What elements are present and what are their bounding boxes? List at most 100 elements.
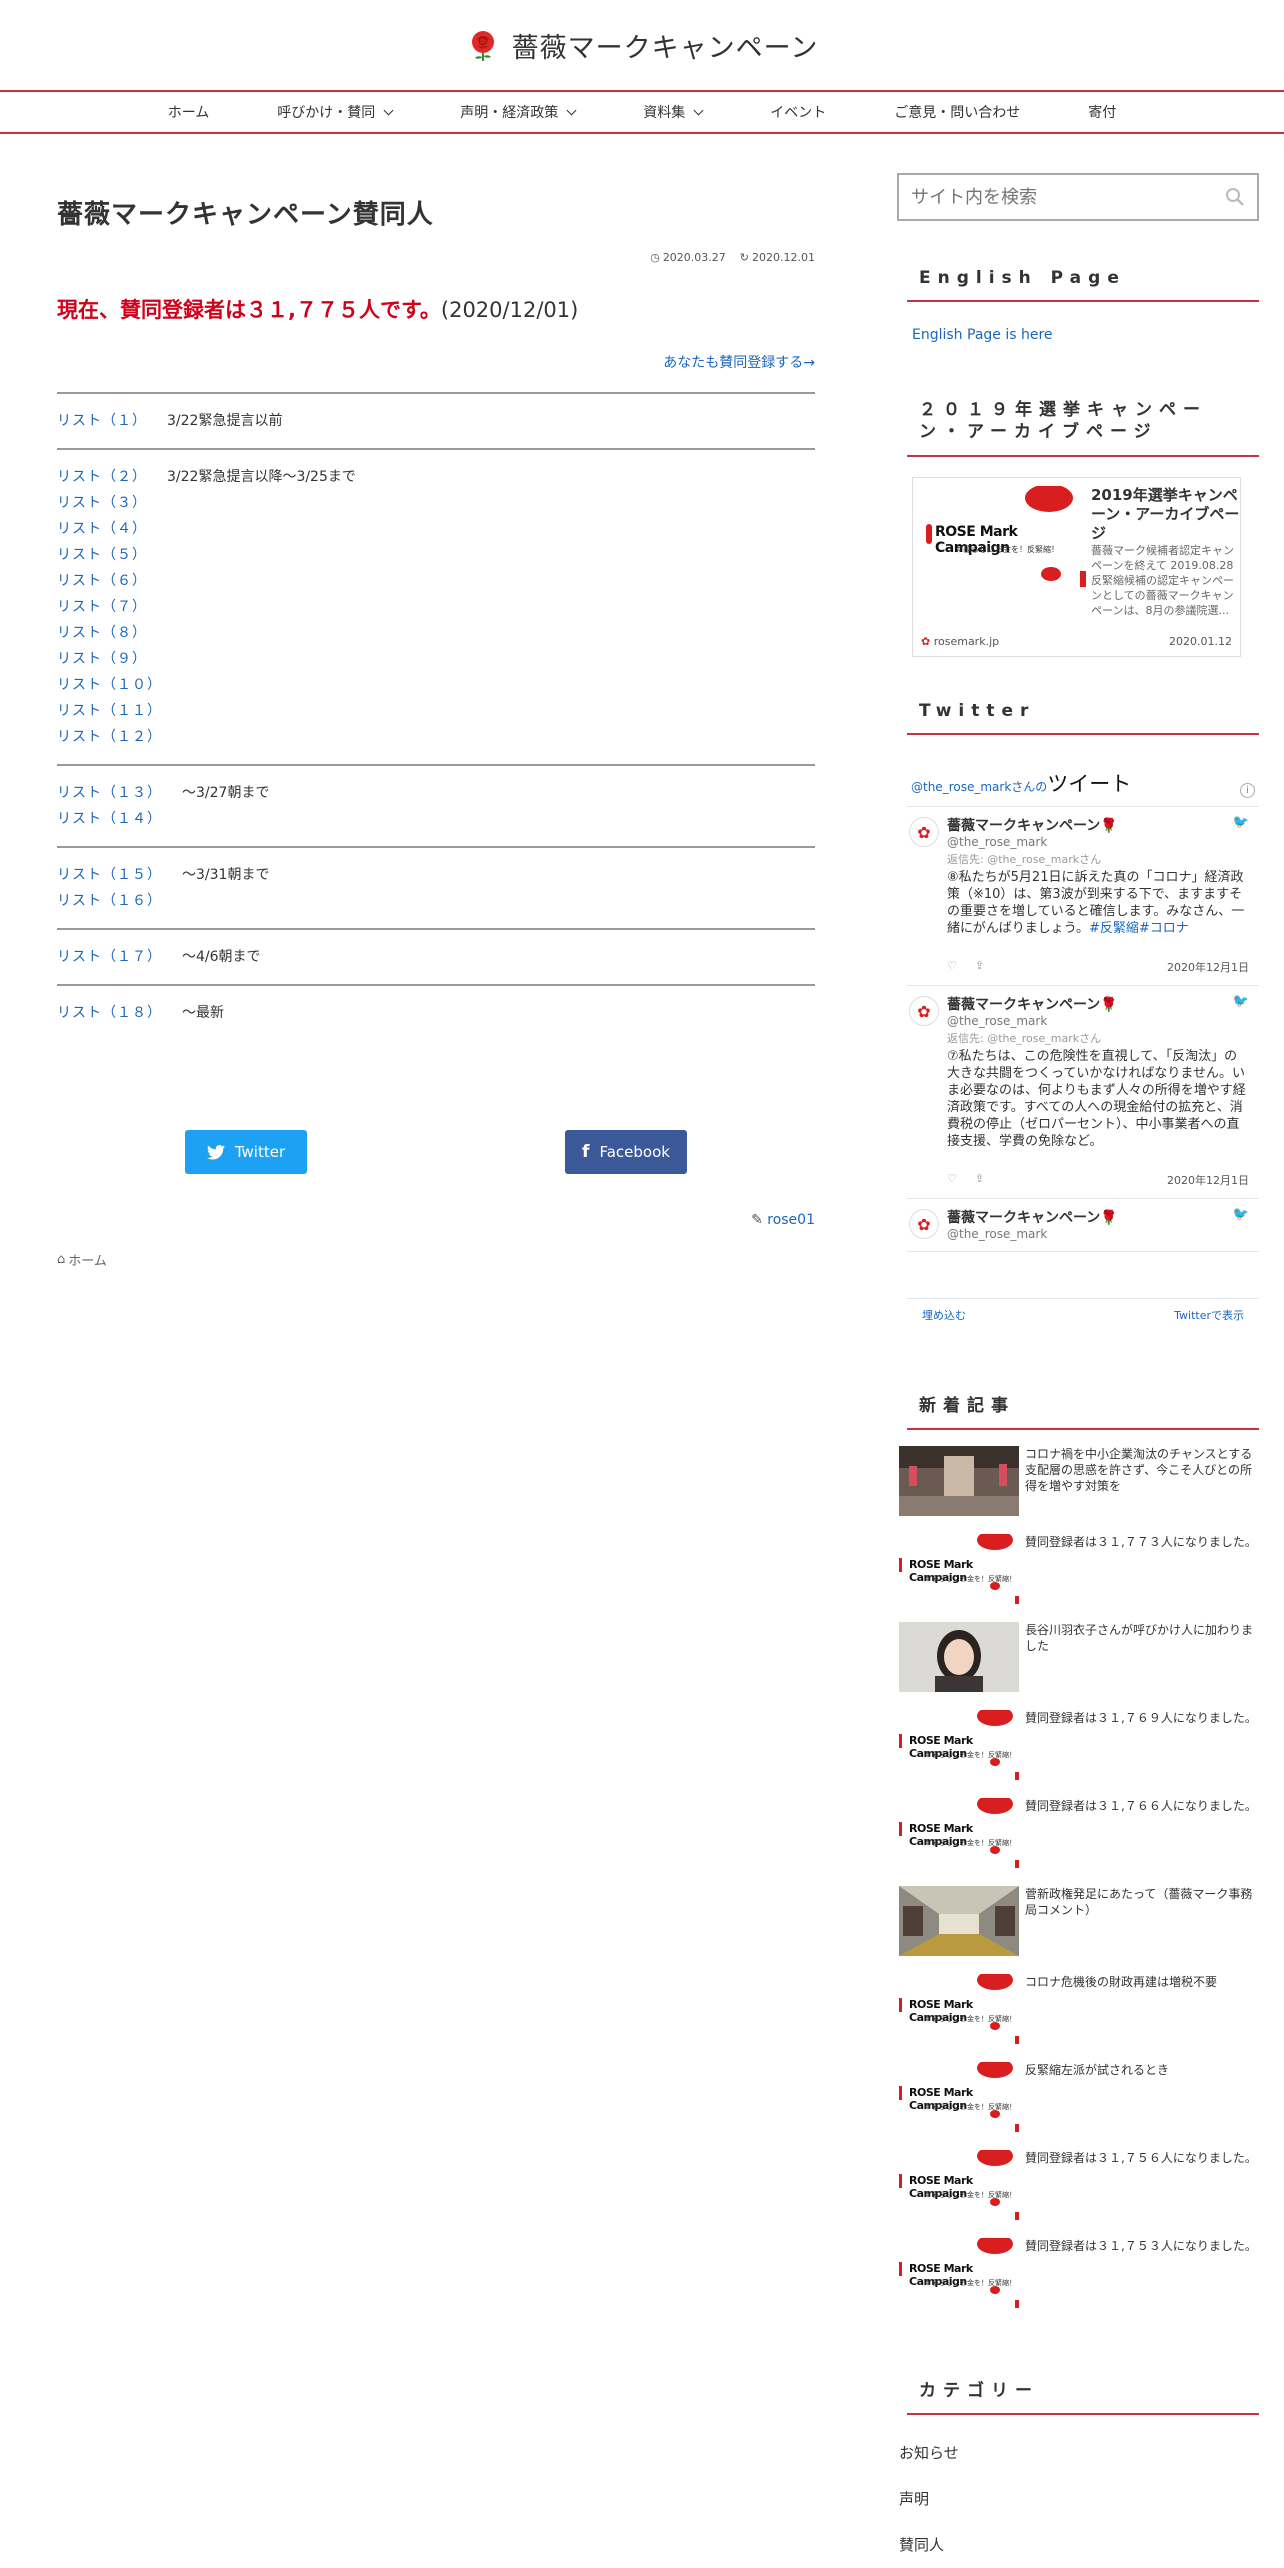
new-post-item[interactable]: ROSE Mark Campaign ＃暮らしにお金を！反緊縮！ 反緊縮左派が試され…: [899, 2062, 1259, 2150]
list-link[interactable]: リスト（２）: [57, 464, 147, 490]
archive-card-image: ROSE Mark Campaign ＃暮らしにお金を！反緊縮！: [921, 484, 1087, 624]
view-on-twitter-link[interactable]: Twitterで表示: [1174, 1307, 1244, 1323]
nav-item-1[interactable]: 呼びかけ・賛同: [243, 102, 426, 122]
tweet[interactable]: ✿ 薔薇マークキャンペーン🌹 🐦 @the_rose_mark 返信先: @the_ro…: [907, 986, 1259, 1199]
list-note: ～3/27朝まで: [182, 785, 270, 801]
list-link[interactable]: リスト（１３）: [57, 780, 162, 806]
list-link[interactable]: リスト（５）: [57, 542, 147, 568]
list-link[interactable]: リスト（３）: [57, 490, 147, 516]
new-post-item[interactable]: ROSE Mark Campaign ＃暮らしにお金を！反緊縮！ 賛同登録者は３１,…: [899, 1798, 1259, 1886]
join-link[interactable]: あなたも賛同登録する→: [57, 352, 815, 372]
new-post-title[interactable]: コロナ危機後の財政再建は増税不要: [1025, 1974, 1259, 2062]
avatar[interactable]: ✿: [909, 1209, 939, 1239]
new-post-title[interactable]: 賛同登録者は３１,７７３人になりました。: [1025, 1534, 1259, 1622]
new-post-title[interactable]: 賛同登録者は３１,７６６人になりました。: [1025, 1798, 1259, 1886]
tweet[interactable]: ✿ 薔薇マークキャンペーン🌹 🐦 @the_rose_mark: [907, 1199, 1259, 1252]
list-link[interactable]: リスト（１１）: [57, 698, 162, 724]
site-logo[interactable]: 薔薇マークキャンペーン: [466, 26, 819, 65]
list-link[interactable]: リスト（１６）: [57, 888, 162, 914]
new-post-title[interactable]: 反緊縮左派が試されるとき: [1025, 2062, 1259, 2150]
facebook-share-button[interactable]: f Facebook: [565, 1130, 687, 1174]
twitter-bird-icon[interactable]: 🐦: [1233, 1207, 1249, 1227]
nav-item-3[interactable]: 資料集: [609, 102, 736, 122]
tweet-author[interactable]: 薔薇マークキャンペーン🌹: [947, 1207, 1118, 1227]
list-link[interactable]: リスト（１４）: [57, 806, 162, 832]
timeline-footer: 埋め込む Twitterで表示: [907, 1298, 1259, 1331]
list-item: リスト（４）: [57, 516, 815, 542]
share-icon[interactable]: ⇪: [975, 959, 984, 975]
new-post-title[interactable]: 賛同登録者は３１,７６９人になりました。: [1025, 1710, 1259, 1798]
avatar[interactable]: ✿: [909, 817, 939, 847]
nav-item-0[interactable]: ホーム: [134, 102, 244, 122]
tweet-date[interactable]: 2020年12月1日: [1167, 959, 1249, 975]
list-item: リスト（１１）: [57, 698, 815, 724]
new-posts-title: 新着記事: [907, 1377, 1259, 1430]
list-group: リスト（１８） ～最新: [57, 984, 815, 1040]
list-link[interactable]: リスト（１２）: [57, 724, 162, 750]
nav-item-5[interactable]: ご意見・問い合わせ: [860, 102, 1054, 122]
share-icon[interactable]: ⇪: [975, 1172, 984, 1188]
new-post-item[interactable]: 長谷川羽衣子さんが呼びかけ人に加わりました: [899, 1622, 1259, 1710]
twitter-share-button[interactable]: Twitter: [185, 1130, 307, 1174]
new-post-title[interactable]: 菅新政権発足にあたって（薔薇マーク事務局コメント）: [1025, 1886, 1259, 1974]
list-link[interactable]: リスト（６）: [57, 568, 147, 594]
new-post-item[interactable]: ROSE Mark Campaign ＃暮らしにお金を！反緊縮！ コロナ危機後の財政…: [899, 1974, 1259, 2062]
twitter-bird-icon[interactable]: 🐦: [1233, 815, 1249, 835]
tweet-date[interactable]: 2020年12月1日: [1167, 1172, 1249, 1188]
tweet[interactable]: ✿ 薔薇マークキャンペーン🌹 🐦 @the_rose_mark 返信先: @the_ro…: [907, 807, 1259, 986]
new-post-item[interactable]: ROSE Mark Campaign ＃暮らしにお金を！反緊縮！ 賛同登録者は３１,…: [899, 2150, 1259, 2238]
list-link[interactable]: リスト（１０）: [57, 672, 162, 698]
author-link[interactable]: ✎ rose01: [57, 1212, 815, 1228]
category-item[interactable]: 賛同人: [899, 2521, 1259, 2567]
english-page-link[interactable]: English Page is here: [897, 302, 1259, 343]
list-link[interactable]: リスト（７）: [57, 594, 147, 620]
list-link[interactable]: リスト（８）: [57, 620, 147, 646]
home-icon: ⌂: [57, 1252, 66, 1267]
info-icon[interactable]: i: [1240, 783, 1255, 798]
main-content: 薔薇マークキャンペーン賛同人 ◷ 2020.03.27 ↻ 2020.12.01 現…: [57, 194, 815, 1269]
heart-icon[interactable]: ♡: [947, 1172, 957, 1188]
twitter-bird-icon[interactable]: 🐦: [1233, 994, 1249, 1014]
list-link[interactable]: リスト（１５）: [57, 862, 162, 888]
tweet-author[interactable]: 薔薇マークキャンペーン🌹: [947, 994, 1118, 1014]
list-link[interactable]: リスト（９）: [57, 646, 147, 672]
category-item[interactable]: お知らせ: [899, 2429, 1259, 2475]
timeline-handle[interactable]: @the_rose_markさんの: [911, 780, 1047, 794]
list-link[interactable]: リスト（４）: [57, 516, 147, 542]
list-item: リスト（５）: [57, 542, 815, 568]
new-post-title[interactable]: 賛同登録者は３１,７５６人になりました。: [1025, 2150, 1259, 2238]
new-post-title[interactable]: コロナ禍を中小企業淘汰のチャンスとする支配層の思惑を許さず、今こそ人びとの所得を…: [1025, 1446, 1259, 1534]
tweet-handle[interactable]: @the_rose_mark: [947, 1014, 1249, 1028]
published-date: ◷ 2020.03.27: [650, 251, 726, 264]
twitter-icon: [206, 1144, 225, 1160]
nav-item-6[interactable]: 寄付: [1054, 102, 1150, 122]
archive-card-title: 2019年選挙キャンペーン・アーカイブページ: [1091, 486, 1240, 542]
list-link[interactable]: リスト（１）: [57, 408, 147, 434]
new-post-title[interactable]: 長谷川羽衣子さんが呼びかけ人に加わりました: [1025, 1622, 1259, 1710]
breadcrumb-home[interactable]: ホーム: [68, 1250, 107, 1269]
new-post-item[interactable]: 菅新政権発足にあたって（薔薇マーク事務局コメント）: [899, 1886, 1259, 1974]
new-post-item[interactable]: コロナ禍を中小企業淘汰のチャンスとする支配層の思惑を許さず、今こそ人びとの所得を…: [899, 1446, 1259, 1534]
heart-icon[interactable]: ♡: [947, 959, 957, 975]
new-post-title[interactable]: 賛同登録者は３１,７５３人になりました。: [1025, 2238, 1259, 2326]
nav-item-2[interactable]: 声明・経済政策: [426, 102, 609, 122]
archive-card[interactable]: ROSE Mark Campaign ＃暮らしにお金を！反緊縮！ 2019年選挙…: [912, 477, 1241, 657]
category-item[interactable]: 声明: [899, 2475, 1259, 2521]
site-header: 薔薇マークキャンペーン: [0, 0, 1284, 92]
list-item: リスト（１） 3/22緊急提言以前: [57, 408, 815, 434]
new-post-item[interactable]: ROSE Mark Campaign ＃暮らしにお金を！反緊縮！ 賛同登録者は３１,…: [899, 1710, 1259, 1798]
avatar[interactable]: ✿: [909, 996, 939, 1026]
search-input[interactable]: [911, 186, 1191, 208]
new-post-item[interactable]: ROSE Mark Campaign ＃暮らしにお金を！反緊縮！ 賛同登録者は３１,…: [899, 1534, 1259, 1622]
tweet-hashtags[interactable]: #反緊縮#コロナ: [1089, 921, 1189, 936]
new-post-item[interactable]: ROSE Mark Campaign ＃暮らしにお金を！反緊縮！ 賛同登録者は３１,…: [899, 2238, 1259, 2326]
tweet-handle[interactable]: @the_rose_mark: [947, 835, 1249, 849]
search-icon[interactable]: [1225, 187, 1245, 207]
list-link[interactable]: リスト（１８）: [57, 1000, 162, 1026]
nav-item-4[interactable]: イベント: [736, 102, 860, 122]
tweet-author[interactable]: 薔薇マークキャンペーン🌹: [947, 815, 1118, 835]
archive-card-desc: 薔薇マーク候補者認定キャンペーンを終えて 2019.08.28 反緊縮候補の認定…: [1091, 544, 1234, 617]
tweet-handle[interactable]: @the_rose_mark: [947, 1227, 1249, 1241]
embed-link[interactable]: 埋め込む: [922, 1307, 966, 1323]
list-link[interactable]: リスト（１７）: [57, 944, 162, 970]
